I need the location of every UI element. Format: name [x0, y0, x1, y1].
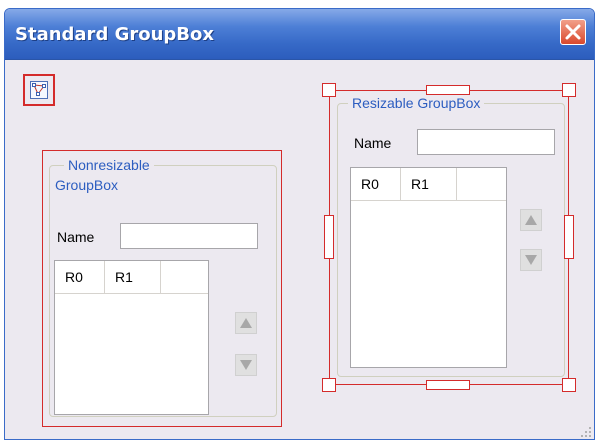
resize-handle-top[interactable]: [426, 85, 470, 95]
title-bar[interactable]: Standard GroupBox: [5, 9, 594, 60]
resize-handle-bottom[interactable]: [426, 380, 470, 390]
nonresizable-groupbox-title: Nonresizable: [64, 155, 154, 175]
nonresizable-list[interactable]: R0 R1: [54, 260, 209, 415]
nonresizable-groupbox-title-line2: GroupBox: [55, 177, 119, 193]
resize-handle-right[interactable]: [564, 215, 574, 259]
nonresizable-list-header: R0 R1: [55, 261, 208, 294]
nonresizable-column-r1[interactable]: R1: [105, 261, 161, 293]
client-area: Nonresizable GroupBox Name R0 R1 Resizab…: [5, 60, 594, 439]
nonresizable-name-label: Name: [57, 229, 95, 245]
connector-nodes-icon: [30, 81, 48, 99]
nonresizable-name-input[interactable]: [120, 223, 258, 249]
nonresizable-up-button[interactable]: [235, 312, 257, 334]
groupbox-window: Standard GroupBox Nonresizable GroupBox …: [4, 8, 595, 440]
resize-grip-icon[interactable]: [580, 425, 592, 437]
triangle-down-icon: [240, 360, 252, 370]
resize-handle-bottom-right[interactable]: [562, 378, 576, 392]
close-icon: [565, 24, 581, 40]
resize-handle-left[interactable]: [324, 215, 334, 259]
resize-handle-top-right[interactable]: [562, 83, 576, 97]
close-button[interactable]: [560, 19, 586, 45]
resize-handle-top-left[interactable]: [322, 83, 336, 97]
nonresizable-groupbox: Nonresizable GroupBox Name R0 R1: [49, 155, 277, 417]
resize-handle-bottom-left[interactable]: [322, 378, 336, 392]
nonresizable-title-line1: Nonresizable: [68, 157, 150, 173]
triangle-up-icon: [240, 318, 252, 328]
tool-button[interactable]: [23, 74, 55, 106]
window-title: Standard GroupBox: [15, 24, 215, 45]
nonresizable-column-r0[interactable]: R0: [55, 261, 105, 293]
nonresizable-down-button[interactable]: [235, 354, 257, 376]
resizable-selection-frame[interactable]: [329, 90, 569, 385]
